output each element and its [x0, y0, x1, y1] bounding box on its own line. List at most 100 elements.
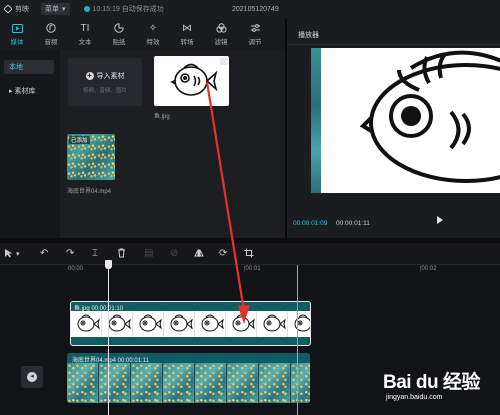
tab-sticker[interactable]: 贴纸 — [102, 18, 136, 50]
ocean-frame — [99, 363, 131, 403]
watermark-url: jingyan.baidu.com — [386, 394, 443, 401]
mirror-icon[interactable] — [194, 248, 204, 262]
media-grid: + 导入素材 视频、音频、图片 鱼.jpg 已添加 海底世界04.mp4 — [60, 50, 285, 238]
ocean-frame — [163, 363, 195, 403]
audio-icon — [46, 23, 56, 34]
ocean-frame — [227, 363, 259, 403]
player-divider — [287, 44, 500, 45]
ocean-frame — [195, 363, 227, 403]
ruler-tick-0: 00:00 — [68, 266, 84, 272]
import-subtext: 视频、音频、图片 — [82, 87, 127, 94]
media-item-fish[interactable] — [154, 56, 229, 106]
freeze-icon[interactable]: ▤ — [144, 248, 153, 260]
menu-button[interactable]: 菜单 ▾ — [41, 3, 70, 15]
timeline-ruler[interactable]: 00:00 |00:01 |00:02 — [64, 265, 500, 279]
player-preview — [311, 48, 500, 193]
player-panel: 播放器 00:00:01:09 00:00:01:11 — [287, 18, 500, 238]
timeline-clip-ocean[interactable]: 海底世界04.mp4 00:00:01:11 — [67, 353, 310, 403]
fish-frame — [288, 311, 310, 337]
text-icon: TI — [80, 22, 90, 34]
total-time: 00:00:01:11 — [336, 220, 370, 227]
cover-button[interactable]: ◂ — [21, 366, 43, 388]
media-sidenav: 本地 ▸ 素材库 — [0, 50, 60, 238]
delete-icon[interactable] — [117, 248, 126, 262]
tab-effects-label: 特效 — [146, 38, 160, 46]
tab-filter-label: 滤镜 — [214, 38, 228, 46]
plus-icon: + — [85, 70, 94, 80]
rotate-icon[interactable]: ⟳ — [219, 248, 227, 260]
media-item-ocean[interactable]: 已添加 — [67, 134, 115, 180]
timeline-end-marker — [297, 265, 298, 415]
tab-audio[interactable]: 音频 — [34, 18, 68, 50]
added-badge: 已添加 — [69, 136, 90, 144]
fish-frame — [195, 311, 226, 337]
autosave-text: 10:15:19 自动保存成功 — [92, 6, 164, 13]
import-label: 导入素材 — [96, 72, 125, 80]
player-title: 播放器 — [298, 32, 319, 39]
timeline-clip-fish[interactable]: 鱼.jpg 00:00:01:10 — [70, 301, 311, 346]
app-logo: 剪映 — [3, 4, 29, 14]
tab-text-label: 文本 — [78, 38, 92, 46]
tab-effects[interactable]: ✧ 特效 — [136, 18, 170, 50]
fish-drawing-thumbnail — [170, 63, 218, 96]
select-tool-icon[interactable] — [4, 248, 13, 262]
reverse-icon[interactable]: ⊘ — [170, 248, 178, 260]
sidenav-item-library[interactable]: ▸ 素材库 — [4, 84, 54, 98]
ocean-frame — [131, 363, 163, 403]
ocean-frame — [67, 363, 99, 403]
project-name: 202105120749 — [232, 5, 279, 13]
ocean-frame — [291, 363, 310, 403]
logo-icon — [3, 4, 13, 14]
tab-media-label: 媒体 — [10, 38, 24, 46]
jianying-editor: 剪映 菜单 ▾ 10:15:19 自动保存成功 202105120749 媒体 … — [0, 0, 500, 415]
watermark-brand: Bai du 经验 — [383, 372, 480, 393]
media-item-ocean-name: 海底世界04.mp4 — [67, 189, 112, 195]
sticker-icon — [114, 23, 124, 34]
app-name: 剪映 — [15, 6, 29, 13]
adjust-icon — [250, 23, 261, 34]
media-item-fish-name: 鱼.jpg — [154, 114, 170, 120]
playhead[interactable] — [105, 260, 112, 415]
asset-toolbar: 媒体 音频 TI 文本 贴纸 ✧ 特效 ⋈ 转场 滤镜 调节 — [0, 18, 285, 50]
title-bar: 剪映 菜单 ▾ 10:15:19 自动保存成功 202105120749 — [0, 0, 500, 18]
undo-icon[interactable]: ↶ — [40, 248, 48, 260]
tab-media[interactable]: 媒体 — [0, 18, 34, 50]
autosave-status: 10:15:19 自动保存成功 — [83, 4, 164, 14]
menu-label: 菜单 — [45, 6, 59, 13]
fish-frame — [257, 311, 288, 337]
sidenav-item-local[interactable]: 本地 — [4, 60, 54, 74]
split-icon[interactable]: ⌶ — [92, 248, 98, 260]
fish-frame — [71, 311, 102, 337]
media-icon — [11, 23, 23, 34]
ruler-tick-2: |00:02 — [420, 266, 437, 272]
import-button[interactable]: + 导入素材 视频、音频、图片 — [68, 58, 142, 106]
tab-audio-label: 音频 — [44, 38, 58, 46]
current-time: 00:00:01:09 — [293, 220, 328, 227]
tab-transition[interactable]: ⋈ 转场 — [170, 18, 204, 50]
media-panel: 本地 ▸ 素材库 + 导入素材 视频、音频、图片 鱼.jpg 已添加 海底世界0… — [0, 50, 285, 238]
fish-frame — [102, 311, 133, 337]
transition-icon: ⋈ — [182, 22, 192, 34]
filter-icon — [215, 23, 227, 34]
tab-text[interactable]: TI 文本 — [68, 18, 102, 50]
status-dot-icon — [83, 6, 90, 12]
clip-ocean-frames — [67, 363, 310, 403]
tab-filter[interactable]: 滤镜 — [204, 18, 238, 50]
fish-frame — [133, 311, 164, 337]
fish-frame — [226, 311, 257, 337]
fish-preview-image — [359, 50, 500, 183]
ruler-tick-1: |00:01 — [244, 266, 261, 272]
clip-fish-frames — [71, 311, 310, 337]
effects-icon: ✧ — [148, 22, 158, 34]
tab-transition-label: 转场 — [180, 38, 194, 46]
tab-adjust-label: 调节 — [248, 38, 262, 46]
play-button[interactable] — [437, 216, 443, 224]
crop-icon[interactable] — [244, 248, 254, 262]
fish-frame — [164, 311, 195, 337]
tab-sticker-label: 贴纸 — [112, 38, 126, 46]
media-badge-icon — [220, 58, 227, 65]
redo-icon[interactable]: ↷ — [66, 248, 74, 260]
chevron-down-icon: ▾ — [62, 6, 66, 13]
tab-adjust[interactable]: 调节 — [238, 18, 272, 50]
chevron-down-icon[interactable]: ▾ — [16, 249, 20, 261]
